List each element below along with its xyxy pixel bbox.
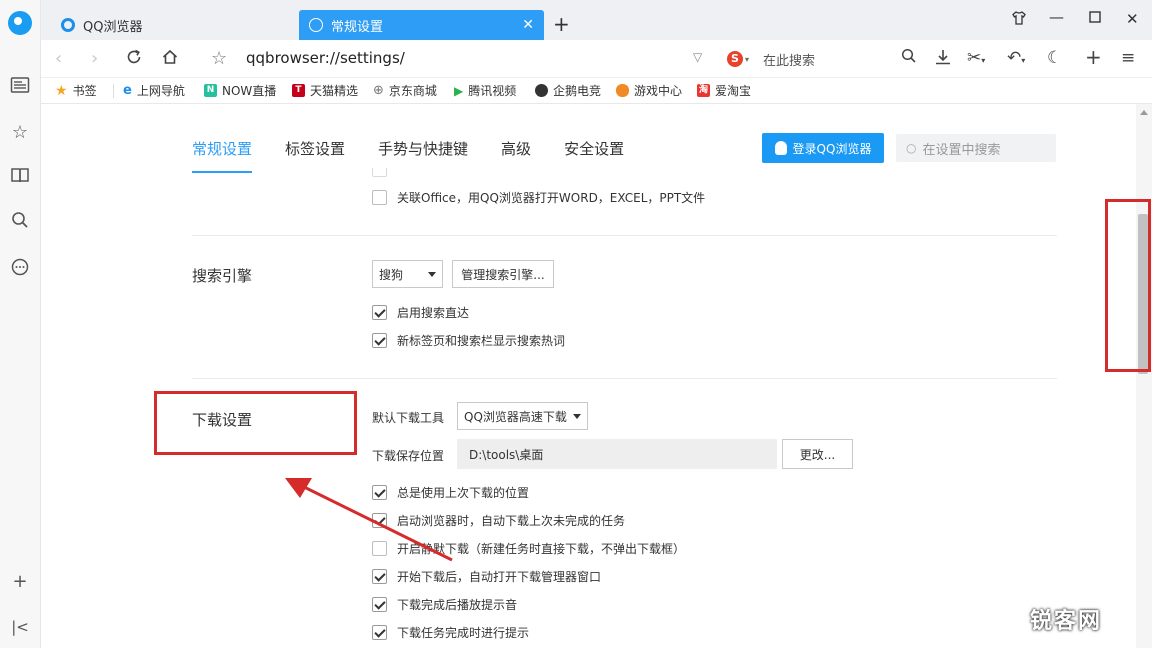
watermark: 锐客网 [1018, 588, 1152, 648]
watermark-text: 锐客网 [1030, 609, 1103, 634]
annotation-arrow-icon [285, 478, 453, 562]
